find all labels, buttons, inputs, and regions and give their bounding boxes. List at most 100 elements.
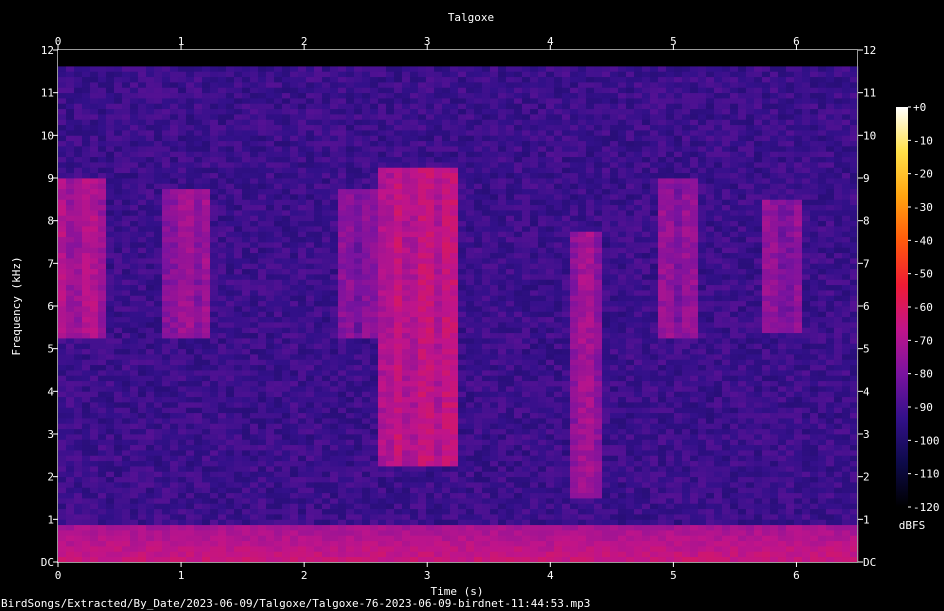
spectrogram-cell xyxy=(466,71,475,78)
spectrogram-cell xyxy=(114,354,123,360)
spectrogram-cell xyxy=(426,551,435,558)
spectrogram-cell xyxy=(154,300,163,307)
spectrogram-cell xyxy=(170,322,179,328)
spectrogram-cell xyxy=(362,348,371,355)
spectrogram-cell xyxy=(66,188,75,195)
spectrogram-cell xyxy=(258,364,267,371)
spectrogram-cell xyxy=(386,306,395,312)
spectrogram-cell xyxy=(474,551,483,558)
spectrogram-cell xyxy=(378,236,387,243)
spectrogram-cell xyxy=(338,412,347,419)
spectrogram-cell xyxy=(466,396,475,403)
spectrogram-cell xyxy=(250,268,259,275)
spectrogram-cell xyxy=(314,450,323,456)
spectrogram-cell xyxy=(202,295,211,302)
spectrogram-cell xyxy=(218,108,227,115)
spectrogram-cell xyxy=(82,487,91,494)
spectrogram-cell xyxy=(362,508,371,515)
spectrogram-cell xyxy=(386,519,395,526)
spectrogram-cell xyxy=(450,172,459,179)
spectrogram-cell xyxy=(74,279,83,286)
spectrogram-cell xyxy=(250,274,259,280)
spectrogram-cell xyxy=(226,167,235,174)
spectrogram-cell xyxy=(234,450,243,456)
spectrogram-cell xyxy=(274,391,283,398)
spectrogram-cell xyxy=(410,354,419,360)
spectrogram-cell xyxy=(330,194,339,200)
spectrogram-cell xyxy=(234,295,243,302)
spectrogram-cell xyxy=(410,487,419,494)
spectrogram-cell xyxy=(82,295,91,302)
spectrogram-cell xyxy=(210,114,219,120)
spectrogram-cell xyxy=(362,66,371,72)
spectrogram-cell xyxy=(146,108,155,115)
spectrogram-cell xyxy=(290,412,299,419)
spectrogram-cell xyxy=(154,396,163,403)
spectrogram-cell xyxy=(90,396,99,403)
spectrogram-cell xyxy=(210,556,219,563)
spectrogram-cell xyxy=(138,466,147,472)
spectrogram-cell xyxy=(322,268,331,275)
spectrogram-cell xyxy=(306,135,315,142)
spectrogram-cell xyxy=(322,178,331,184)
spectrogram-cell xyxy=(442,258,451,264)
spectrogram-cell xyxy=(442,503,451,510)
spectrogram-cell xyxy=(74,247,83,254)
spectrogram-cell xyxy=(354,343,363,350)
spectrogram-cell xyxy=(282,322,291,328)
spectrogram-cell xyxy=(114,199,123,206)
spectrogram-cell xyxy=(226,103,235,110)
spectrogram-cell xyxy=(138,444,147,451)
spectrogram-cell xyxy=(218,55,227,62)
spectrogram-cell xyxy=(346,183,355,190)
spectrogram-cell xyxy=(306,370,315,376)
spectrogram-cell xyxy=(330,87,339,94)
spectrogram-cell xyxy=(90,444,99,451)
spectrogram-cell xyxy=(58,460,67,467)
spectrogram-cell xyxy=(58,82,67,88)
spectrogram-cell xyxy=(130,348,139,355)
spectrogram-cell xyxy=(354,199,363,206)
spectrogram-cell xyxy=(234,98,243,104)
spectrogram-cell xyxy=(90,412,99,419)
spectrogram-cell xyxy=(322,50,331,56)
spectrogram-cell xyxy=(394,524,403,531)
spectrogram-cell xyxy=(298,311,307,318)
spectrogram-cell xyxy=(402,370,411,376)
spectrogram-cell xyxy=(410,162,419,168)
spectrogram-cell xyxy=(434,274,443,280)
spectrogram-cell xyxy=(330,535,339,542)
spectrogram-cell xyxy=(330,508,339,515)
spectrogram-cell xyxy=(370,386,379,392)
spectrogram-cell xyxy=(226,194,235,200)
spectrogram-cell xyxy=(162,87,171,94)
spectrogram-cell xyxy=(114,146,123,152)
spectrogram-cell xyxy=(410,103,419,110)
spectrogram-cell xyxy=(426,556,435,563)
spectrogram-cell xyxy=(322,514,331,520)
spectrogram-cell xyxy=(338,503,347,510)
spectrogram-cell xyxy=(250,178,259,184)
spectrogram-cell xyxy=(58,514,67,520)
spectrogram-cell xyxy=(98,492,107,499)
spectrogram-cell xyxy=(330,359,339,366)
spectrogram-cell xyxy=(306,487,315,494)
spectrogram-cell xyxy=(418,423,427,430)
spectrogram-cell xyxy=(74,210,83,216)
spectrogram-cell xyxy=(186,498,195,504)
spectrogram-cell xyxy=(122,252,131,259)
spectrogram-cell xyxy=(314,455,323,462)
spectrogram-cell xyxy=(442,359,451,366)
spectrogram-cell xyxy=(442,162,451,168)
spectrogram-cell xyxy=(458,146,467,152)
spectrogram-cell xyxy=(434,151,443,158)
spectrogram-cell xyxy=(274,428,283,435)
spectrogram-cell xyxy=(210,162,219,168)
spectrogram-cell xyxy=(242,114,251,120)
spectrogram-cell xyxy=(218,87,227,94)
spectrogram-cell xyxy=(466,151,475,158)
spectrogram-cell xyxy=(130,343,139,350)
spectrogram-cell xyxy=(122,530,131,536)
spectrogram-cell xyxy=(466,135,475,142)
spectrogram-cell xyxy=(346,546,355,552)
